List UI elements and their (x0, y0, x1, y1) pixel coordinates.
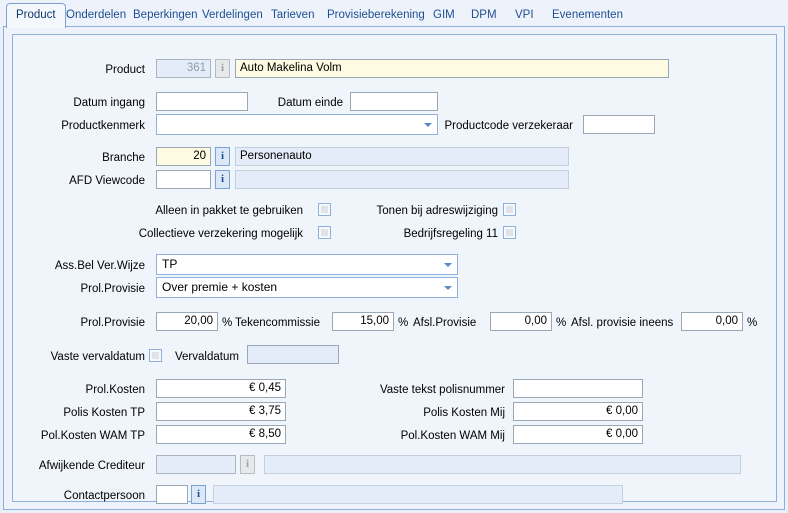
pol-kosten-wam-mij-field[interactable]: € 0,00 (513, 425, 643, 444)
tekencommissie-label: Tekencommissie (235, 317, 320, 329)
branche-info-icon[interactable]: i (215, 147, 230, 166)
tab-product[interactable]: Product (6, 3, 66, 28)
contactpersoon-label: Contactpersoon (63, 490, 145, 502)
form-panel-outer: Product 361 i Auto Makelina Volm Datum i… (3, 26, 785, 510)
contactpersoon-code-field[interactable] (156, 485, 188, 504)
branche-code-field[interactable]: 20 (156, 147, 211, 166)
datum-einde-label: Datum einde (277, 97, 343, 109)
afwijkende-crediteur-info-icon[interactable]: i (240, 455, 255, 474)
ass-bel-ver-wijze-label: Ass.Bel Ver.Wijze (54, 260, 145, 272)
product-window: Product Onderdelen Beperkingen Verdeling… (0, 0, 788, 513)
form-panel: Product 361 i Auto Makelina Volm Datum i… (12, 34, 777, 504)
pol-kosten-wam-tp-label: Pol.Kosten WAM TP (40, 430, 145, 442)
afsl-provisie-field[interactable]: 0,00 (490, 312, 552, 331)
collectieve-verzekering-checkbox[interactable] (318, 226, 331, 239)
tab-dpm[interactable]: DPM (462, 5, 506, 27)
ass-bel-ver-wijze-value: TP (162, 257, 178, 271)
tonen-bij-adreswijziging-label: Tonen bij adreswijziging (376, 205, 498, 217)
datum-ingang-field[interactable] (156, 92, 248, 111)
pol-kosten-wam-tp-field[interactable]: € 8,50 (156, 425, 286, 444)
vervaldatum-field[interactable] (247, 345, 339, 364)
pol-kosten-wam-mij-label: Pol.Kosten WAM Mij (400, 430, 505, 442)
productkenmerk-combo[interactable] (156, 114, 438, 135)
ass-bel-ver-wijze-combo[interactable]: TP (156, 254, 458, 275)
afd-viewcode-label: AFD Viewcode (69, 175, 145, 187)
tab-provisieberekening[interactable]: Provisieberekening (318, 5, 434, 27)
polis-kosten-mij-label: Polis Kosten Mij (423, 407, 505, 419)
vaste-vervaldatum-label: Vaste vervaldatum (50, 351, 145, 363)
bedrijfsregeling-11-checkbox[interactable] (503, 226, 516, 239)
bedrijfsregeling-11-label: Bedrijfsregeling 11 (403, 228, 498, 240)
productcode-verzekeraar-field[interactable] (583, 115, 655, 134)
tab-verdelingen[interactable]: Verdelingen (193, 5, 272, 27)
branche-label: Branche (102, 152, 145, 164)
polis-kosten-mij-field[interactable]: € 0,00 (513, 402, 643, 421)
productkenmerk-label: Productkenmerk (61, 120, 145, 132)
tab-evenementen[interactable]: Evenementen (543, 5, 632, 27)
product-info-icon[interactable]: i (215, 59, 230, 78)
afsl-provisie-ineens-unit: % (747, 317, 758, 329)
afd-viewcode-description-field (235, 170, 569, 189)
datum-einde-field[interactable] (350, 92, 438, 111)
afsl-provisie-unit: % (556, 317, 567, 329)
contactpersoon-description-field (213, 485, 623, 504)
datum-ingang-label: Datum ingang (73, 97, 145, 109)
branche-description-field: Personenauto (235, 147, 569, 166)
afd-viewcode-info-icon[interactable]: i (215, 170, 230, 189)
prol-provisie-wijze-combo[interactable]: Over premie + kosten (156, 277, 458, 298)
chevron-down-icon (424, 123, 432, 127)
tekencommissie-field[interactable]: 15,00 (332, 312, 394, 331)
afwijkende-crediteur-code-field[interactable] (156, 455, 236, 474)
prol-provisie-unit: % (222, 317, 233, 329)
afsl-provisie-label: Afsl.Provisie (413, 317, 477, 329)
tab-vpi[interactable]: VPI (506, 5, 543, 27)
afwijkende-crediteur-label: Afwijkende Crediteur (38, 460, 145, 472)
chevron-down-icon (444, 286, 452, 290)
tab-gim[interactable]: GIM (424, 5, 464, 27)
collectieve-verzekering-label: Collectieve verzekering mogelijk (138, 228, 303, 240)
tekencommissie-unit: % (398, 317, 409, 329)
afd-viewcode-code-field[interactable] (156, 170, 211, 189)
prol-provisie-wijze-label: Prol.Provisie (80, 283, 145, 295)
afsl-provisie-ineens-label: Afsl. provisie ineens (571, 317, 674, 329)
vaste-vervaldatum-checkbox[interactable] (149, 349, 162, 362)
contactpersoon-info-icon[interactable]: i (191, 485, 206, 504)
alleen-in-pakket-checkbox[interactable] (318, 203, 331, 216)
vaste-tekst-polisnummer-field[interactable] (513, 379, 643, 398)
prol-provisie-label: Prol.Provisie (80, 317, 145, 329)
productcode-verzekeraar-label: Productcode verzekeraar (444, 120, 573, 132)
product-label: Product (105, 64, 145, 76)
tab-tarieven[interactable]: Tarieven (262, 5, 323, 27)
product-code-field[interactable]: 361 (156, 59, 211, 78)
chevron-down-icon (444, 263, 452, 267)
prol-provisie-wijze-value: Over premie + kosten (162, 280, 278, 294)
polis-kosten-tp-label: Polis Kosten TP (63, 407, 145, 419)
tab-strip: Product Onderdelen Beperkingen Verdeling… (0, 0, 788, 28)
afwijkende-crediteur-description-field (264, 455, 741, 474)
tonen-bij-adreswijziging-checkbox[interactable] (503, 203, 516, 216)
alleen-in-pakket-label: Alleen in pakket te gebruiken (155, 205, 303, 217)
prol-kosten-label: Prol.Kosten (85, 384, 145, 396)
vaste-tekst-polisnummer-label: Vaste tekst polisnummer (379, 384, 505, 396)
prol-provisie-field[interactable]: 20,00 (156, 312, 218, 331)
prol-kosten-field[interactable]: € 0,45 (156, 379, 286, 398)
vervaldatum-label: Vervaldatum (175, 351, 239, 363)
afsl-provisie-ineens-field[interactable]: 0,00 (681, 312, 743, 331)
product-name-field[interactable]: Auto Makelina Volm (235, 59, 669, 78)
polis-kosten-tp-field[interactable]: € 3,75 (156, 402, 286, 421)
